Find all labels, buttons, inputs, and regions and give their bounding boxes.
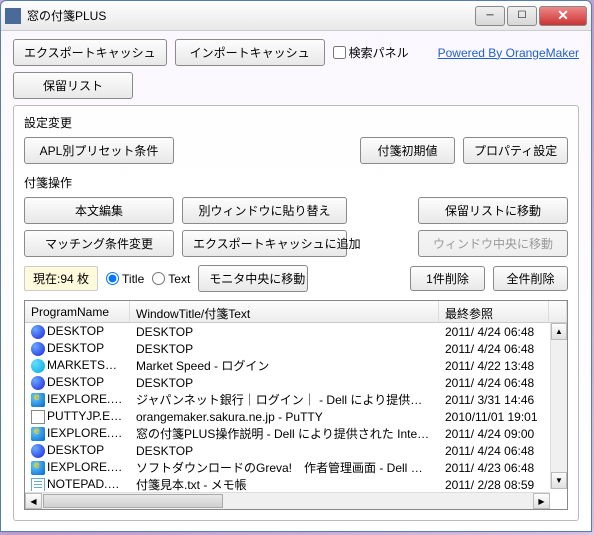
edit-body-button[interactable]: 本文編集 <box>24 197 174 224</box>
table-row[interactable]: DESKTOPDESKTOP2011/ 4/24 06:48 <box>25 340 567 357</box>
row-icon <box>31 342 45 356</box>
maximize-button[interactable]: ☐ <box>507 6 537 26</box>
apl-preset-button[interactable]: APL別プリセット条件 <box>24 137 174 164</box>
paste-other-button[interactable]: 別ウィンドウに貼り替え <box>182 197 347 224</box>
list-body[interactable]: DESKTOPDESKTOP2011/ 4/24 06:48DESKTOPDES… <box>25 323 567 491</box>
row-icon <box>31 444 45 458</box>
ops-title: 付箋操作 <box>24 174 568 191</box>
monitor-center-button[interactable]: モニタ中央に移動 <box>198 265 308 292</box>
list-view[interactable]: ProgramName WindowTitle/付箋Text 最終参照 DESK… <box>24 300 568 510</box>
scroll-down-icon[interactable]: ▼ <box>551 472 567 489</box>
table-row[interactable]: MARKETSPEE...Market Speed - ログイン2011/ 4/… <box>25 357 567 374</box>
move-hold-button[interactable]: 保留リストに移動 <box>418 197 568 224</box>
export-cache-button[interactable]: エクスポートキャッシュ <box>13 39 167 66</box>
hold-list-button[interactable]: 保留リスト <box>13 72 133 99</box>
col-program[interactable]: ProgramName <box>25 301 130 322</box>
table-row[interactable]: IEXPLORE.EXE窓の付箋PLUS操作説明 - Dell により提供された… <box>25 425 567 442</box>
move-center-button: ウィンドウ中央に移動 <box>418 230 568 257</box>
settings-title: 設定変更 <box>24 114 568 131</box>
app-icon <box>5 8 21 24</box>
row-icon <box>31 478 45 491</box>
content-area: エクスポートキャッシュ インポートキャッシュ 検索パネル Powered By … <box>1 31 591 529</box>
add-export-button[interactable]: エクスポートキャッシュに追加 <box>182 230 347 257</box>
row-icon <box>31 427 45 441</box>
delete-all-button[interactable]: 全件削除 <box>493 266 568 291</box>
row-icon <box>31 376 45 390</box>
scroll-left-icon[interactable]: ◀ <box>25 493 42 509</box>
table-row[interactable]: IEXPLORE.EXEソフトダウンロードのGreva! 作者管理画面 - De… <box>25 459 567 476</box>
row-icon <box>31 359 45 373</box>
row-icon <box>31 325 45 339</box>
row-icon <box>31 410 45 424</box>
window-title: 窓の付箋PLUS <box>27 7 475 24</box>
col-title[interactable]: WindowTitle/付箋Text <box>130 301 439 322</box>
text-radio[interactable]: Text <box>152 272 190 286</box>
title-radio[interactable]: Title <box>106 272 144 286</box>
close-button[interactable]: ✕ <box>539 6 587 26</box>
scroll-right-icon[interactable]: ▶ <box>533 493 550 509</box>
search-panel-check[interactable] <box>333 46 346 59</box>
horizontal-scrollbar[interactable]: ◀ ▶ <box>25 492 550 509</box>
scroll-up-icon[interactable]: ▲ <box>551 323 567 340</box>
row-icon <box>31 461 45 475</box>
scroll-thumb[interactable] <box>43 494 223 508</box>
col-date[interactable]: 最終参照 <box>439 301 549 322</box>
table-row[interactable]: DESKTOPDESKTOP2011/ 4/24 06:48 <box>25 442 567 459</box>
import-cache-button[interactable]: インポートキャッシュ <box>175 39 325 66</box>
row-icon <box>31 393 45 407</box>
settings-panel: 設定変更 APL別プリセット条件 付箋初期値 プロパティ設定 付箋操作 本文編集… <box>13 105 579 521</box>
delete-one-button[interactable]: 1件削除 <box>410 266 485 291</box>
vertical-scrollbar[interactable]: ▲ ▼ <box>550 323 567 489</box>
table-row[interactable]: PUTTYJP.EXEorangemaker.sakura.ne.jp - Pu… <box>25 408 567 425</box>
match-cond-button[interactable]: マッチング条件変更 <box>24 230 174 257</box>
table-row[interactable]: DESKTOPDESKTOP2011/ 4/24 06:48 <box>25 374 567 391</box>
count-status: 現在:94 枚 <box>24 266 98 291</box>
powered-by-link[interactable]: Powered By OrangeMaker <box>438 46 579 60</box>
fusen-default-button[interactable]: 付箋初期値 <box>360 137 455 164</box>
minimize-button[interactable]: ─ <box>475 6 505 26</box>
search-panel-checkbox[interactable]: 検索パネル <box>333 44 409 61</box>
col-spacer <box>549 301 567 322</box>
table-row[interactable]: IEXPLORE.EXEジャパンネット銀行｜ログイン｜ - Dell により提供… <box>25 391 567 408</box>
titlebar[interactable]: 窓の付箋PLUS ─ ☐ ✕ <box>1 1 591 31</box>
table-row[interactable]: NOTEPAD.EXE付箋見本.txt - メモ帳2011/ 2/28 08:5… <box>25 476 567 491</box>
list-header: ProgramName WindowTitle/付箋Text 最終参照 <box>25 301 567 323</box>
table-row[interactable]: DESKTOPDESKTOP2011/ 4/24 06:48 <box>25 323 567 340</box>
app-window: 窓の付箋PLUS ─ ☐ ✕ エクスポートキャッシュ インポートキャッシュ 検索… <box>0 0 592 532</box>
property-settings-button[interactable]: プロパティ設定 <box>463 137 568 164</box>
